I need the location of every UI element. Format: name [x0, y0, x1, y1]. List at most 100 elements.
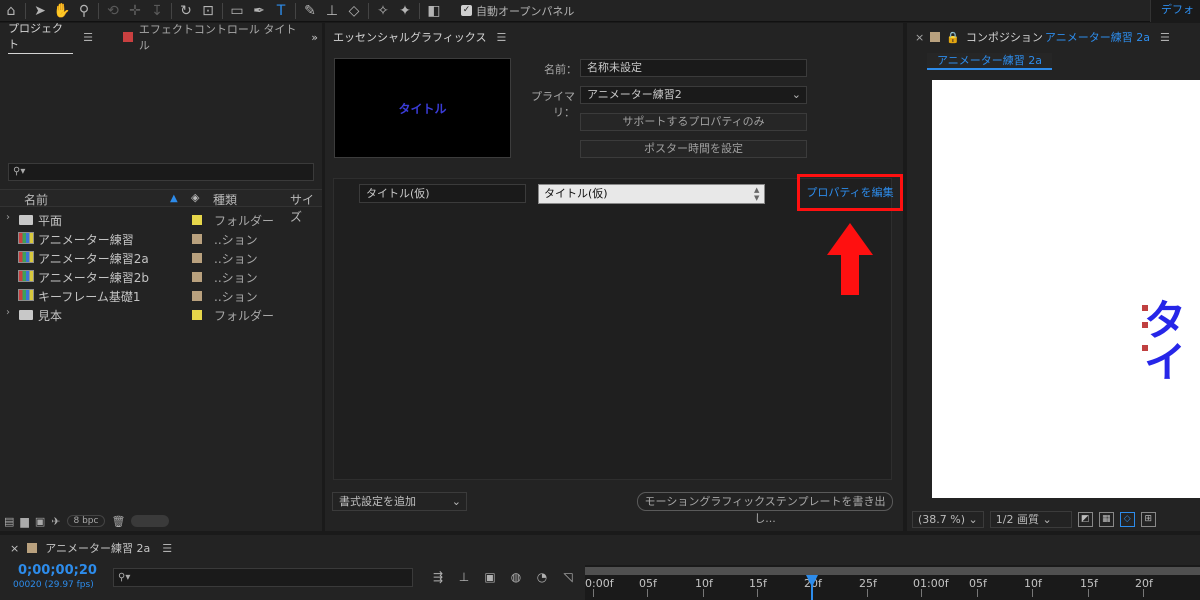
orbit-camera-icon[interactable]: ⟲	[102, 1, 124, 21]
primary-comp-dropdown[interactable]: アニメーター練習2 ⌄	[580, 86, 807, 104]
puppet-pin-tool-icon[interactable]: ✦	[394, 1, 416, 21]
selection-tool-icon[interactable]: ➤	[29, 1, 51, 21]
label-color-swatch[interactable]	[192, 310, 202, 320]
label-column-icon[interactable]: ◈	[191, 191, 199, 204]
region-of-interest-icon[interactable]: ⊞	[1140, 511, 1156, 527]
bounding-box-handle[interactable]	[1142, 322, 1148, 328]
label-color-swatch[interactable]	[192, 234, 202, 244]
work-area-bar[interactable]	[585, 567, 1200, 575]
bounding-box-handle[interactable]	[1142, 305, 1148, 311]
item-name: アニメーター練習	[38, 233, 134, 247]
project-folder-row[interactable]: › 見本 フォルダー	[0, 305, 322, 324]
essential-graphics-menu-icon[interactable]: ☰	[496, 31, 506, 44]
frame-blending-icon[interactable]: ◍	[508, 569, 524, 585]
project-search-input[interactable]: ⚲▾	[8, 163, 314, 181]
toggle-panel-icon[interactable]: ◧	[423, 1, 445, 21]
export-template-button[interactable]: モーショングラフィックステンプレートを書き出し...	[637, 492, 893, 525]
auto-open-panel-option[interactable]: ✓ 自動オープンパネル	[461, 3, 574, 19]
zoom-dropdown[interactable]: (38.7 %) ⌄	[912, 510, 984, 528]
expand-arrow-icon[interactable]: ›	[6, 212, 10, 223]
thumbnail-slider[interactable]	[131, 515, 170, 527]
composition-flowchart-icon[interactable]: ⇶	[430, 569, 446, 585]
composition-menu-icon[interactable]: ☰	[1160, 31, 1170, 44]
essential-graphics-title[interactable]: エッセンシャルグラフィックス	[333, 29, 486, 45]
property-name-field[interactable]: タイトル(仮)	[359, 184, 526, 203]
workspace-default-tab[interactable]: デフォ	[1150, 0, 1200, 22]
label-color-swatch[interactable]	[192, 215, 202, 225]
set-poster-time-button[interactable]: ポスター時間を設定	[580, 140, 807, 158]
edit-properties-link[interactable]: プロパティを編集	[797, 174, 903, 211]
clone-stamp-tool-icon[interactable]: ⊥	[321, 1, 343, 21]
resolution-dropdown[interactable]: 1/2 画質 ⌄	[989, 510, 1072, 528]
project-panel-menu-icon[interactable]: ☰	[83, 31, 93, 44]
essential-graphics-panel: エッセンシャルグラフィックス ☰ タイトル 名前： 名称未設定 プライマリ： ア…	[325, 23, 903, 531]
comp-viewer-tab[interactable]: アニメーター練習 2a	[927, 53, 1052, 70]
project-comp-row[interactable]: アニメーター練習 ..ション	[0, 229, 322, 248]
zoom-tool-icon[interactable]: ⚲	[73, 1, 95, 21]
project-comp-row[interactable]: アニメーター練習2b ..ション	[0, 267, 322, 286]
current-timecode[interactable]: 0;00;00;20	[18, 563, 97, 578]
new-composition-icon[interactable]: ▣	[35, 515, 45, 528]
shy-layers-icon[interactable]: ▣	[482, 569, 498, 585]
graph-editor-icon[interactable]: ◹	[560, 569, 576, 585]
stepper-icon[interactable]: ▲ ▼	[754, 186, 762, 202]
tab-project[interactable]: プロジェクト	[8, 20, 74, 54]
eraser-tool-icon[interactable]: ◇	[343, 1, 365, 21]
dolly-camera-icon[interactable]: ↧	[146, 1, 168, 21]
panel-overflow-icon[interactable]: »	[311, 31, 318, 44]
bit-depth-button[interactable]: 8 bpc	[66, 515, 106, 527]
lock-icon[interactable]: 🔒	[946, 31, 960, 44]
trash-icon[interactable]: 🗑	[111, 515, 125, 528]
sort-asc-icon[interactable]: ▲	[170, 193, 178, 204]
project-comp-row[interactable]: キーフレーム基礎1 ..ション	[0, 286, 322, 305]
close-icon[interactable]: ×	[10, 542, 19, 555]
label-color-swatch[interactable]	[192, 291, 202, 301]
supported-properties-only-button[interactable]: サポートするプロパティのみ	[580, 113, 807, 131]
pen-tool-icon[interactable]: ✒	[248, 1, 270, 21]
toolbar-divider	[25, 2, 26, 19]
annotation-arrow-icon	[827, 223, 873, 295]
column-type[interactable]: 種類	[213, 191, 237, 208]
timeline-search-input[interactable]: ⚲▾	[113, 568, 413, 587]
type-tool-icon[interactable]: T	[270, 1, 292, 21]
composition-name[interactable]: アニメーター練習 2a	[1045, 29, 1150, 45]
close-icon[interactable]: ×	[915, 31, 924, 44]
property-value-field[interactable]: タイトル(仮) ▲ ▼	[538, 184, 765, 204]
bounding-box-handle[interactable]	[1142, 345, 1148, 351]
time-ruler[interactable]: 0:00f 05f 10f 15f 20f 25f 01:00f 05f 10f 15f 20f	[585, 565, 1200, 600]
column-name[interactable]: 名前	[24, 191, 48, 208]
draft-3d-icon[interactable]: ⊥	[456, 569, 472, 585]
label-color-swatch[interactable]	[192, 272, 202, 282]
anchor-point-tool-icon[interactable]: ⊡	[197, 1, 219, 21]
brush-tool-icon[interactable]: ✎	[299, 1, 321, 21]
rectangle-tool-icon[interactable]: ▭	[226, 1, 248, 21]
timeline-comp-name[interactable]: アニメーター練習 2a	[45, 540, 150, 556]
project-folder-row[interactable]: › 平面 フォルダー	[0, 210, 322, 229]
timeline-menu-icon[interactable]: ☰	[162, 542, 172, 555]
tab-effect-controls[interactable]: エフェクトコントロール タイトル	[139, 21, 305, 53]
composition-canvas[interactable]: タイ	[932, 80, 1200, 498]
ruler-tick	[867, 589, 868, 597]
hand-tool-icon[interactable]: ✋	[51, 1, 73, 21]
mask-path-visibility-icon[interactable]: ◇	[1119, 511, 1135, 527]
expand-arrow-icon[interactable]: ›	[6, 307, 10, 318]
roto-brush-tool-icon[interactable]: ✧	[372, 1, 394, 21]
motion-blur-icon[interactable]: ◔	[534, 569, 550, 585]
project-comp-row[interactable]: アニメーター練習2a ..ション	[0, 248, 322, 267]
auto-open-panel-checkbox[interactable]: ✓	[461, 5, 472, 16]
home-icon[interactable]: ⌂	[0, 1, 22, 21]
pan-camera-icon[interactable]: ✛	[124, 1, 146, 21]
template-name-field[interactable]: 名称未設定	[580, 59, 807, 77]
transparency-grid-icon[interactable]: ▦	[1098, 511, 1114, 527]
adjust-icon[interactable]: ✈	[51, 515, 60, 528]
label-color-swatch[interactable]	[192, 253, 202, 263]
project-panel-header: プロジェクト ☰ エフェクトコントロール タイトル »	[0, 20, 322, 54]
canvas-title-text[interactable]: タイ	[1144, 300, 1200, 384]
template-thumbnail: タイトル	[334, 58, 511, 158]
rotate-tool-icon[interactable]: ↻	[175, 1, 197, 21]
new-folder-icon[interactable]: ▆	[20, 515, 28, 528]
snapshot-icon[interactable]: ◩	[1077, 511, 1093, 527]
interpret-footage-icon[interactable]: ▤	[4, 515, 14, 528]
add-formatting-dropdown[interactable]: 書式設定を追加 ⌄	[332, 492, 467, 511]
timeline-header: × アニメーター練習 2a ☰	[0, 535, 172, 561]
